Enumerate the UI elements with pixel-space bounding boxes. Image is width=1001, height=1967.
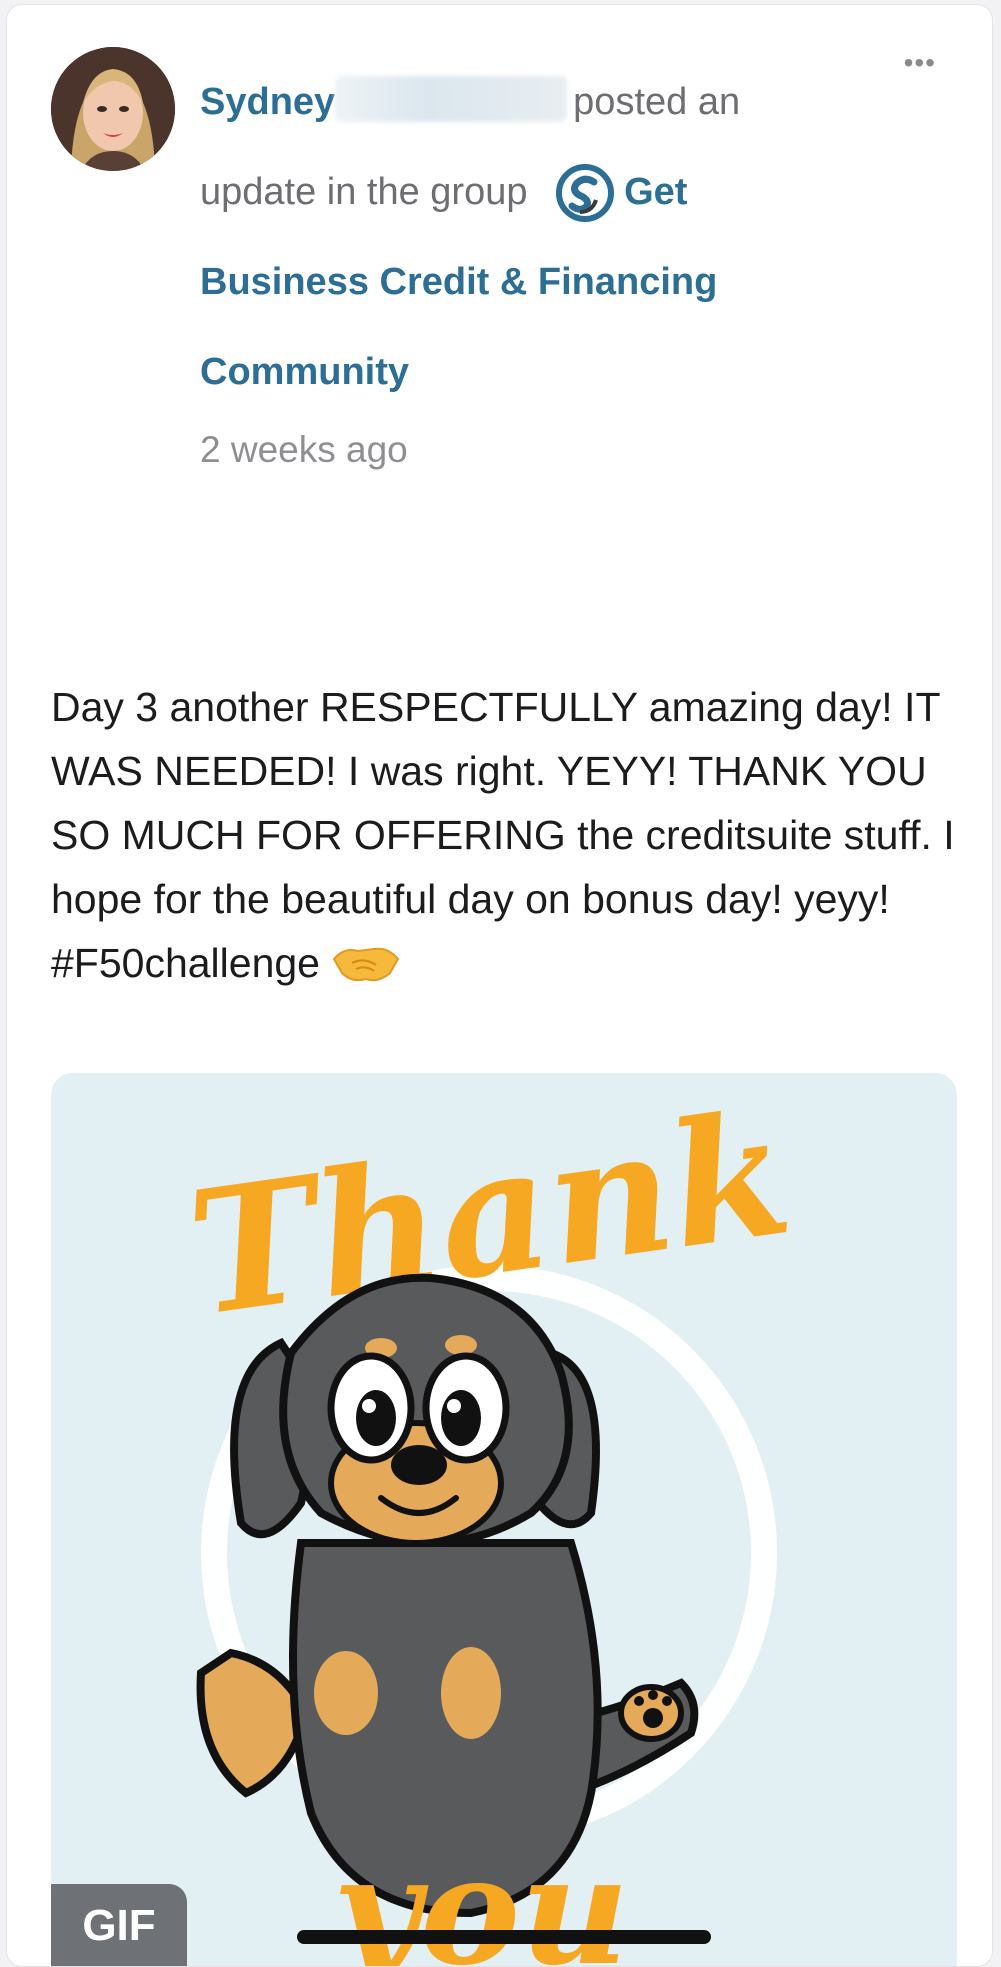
author-name-link[interactable]: Sydney xyxy=(200,81,335,123)
gif-badge: GIF xyxy=(51,1884,187,1966)
post-body: Day 3 another RESPECTFULLY amazing day! … xyxy=(51,675,971,995)
gif-media[interactable]: Thank you GIF xyxy=(51,1073,957,1967)
post-body-text: Day 3 another RESPECTFULLY amazing day! … xyxy=(51,684,955,986)
blurred-surname xyxy=(335,76,568,122)
gif-bottom-lettering: you xyxy=(330,1823,629,1967)
handshake-icon xyxy=(330,939,402,987)
activity-post-card: ••• Sydney posted an update in the group … xyxy=(6,4,993,1967)
author-avatar[interactable] xyxy=(51,47,175,171)
dog-illustration xyxy=(196,1273,699,1918)
post-timestamp[interactable]: 2 weeks ago xyxy=(200,429,408,471)
more-options-icon[interactable]: ••• xyxy=(904,49,936,77)
group-logo-icon[interactable] xyxy=(556,164,615,222)
home-indicator[interactable] xyxy=(297,1930,711,1944)
post-header: Sydney posted an update in the group Get … xyxy=(200,57,840,417)
